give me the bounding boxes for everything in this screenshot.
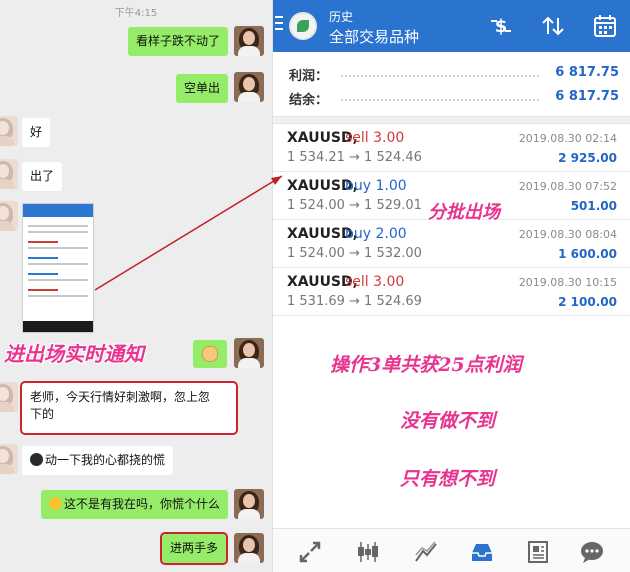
- annotation-realtime-notice: 进出场实时通知: [4, 342, 144, 366]
- summary-value: 6 817.75: [555, 65, 619, 80]
- avatar[interactable]: [234, 338, 264, 368]
- bottom-navigation: [273, 528, 630, 572]
- menu-icon[interactable]: [275, 16, 283, 32]
- quotes-icon[interactable]: [413, 539, 439, 565]
- app-header: 历史 全部交易品种 $: [273, 0, 630, 52]
- message-bubble[interactable]: [193, 340, 227, 368]
- message-line: 老师，今天行情好刺激啊，忽上忽: [30, 390, 211, 404]
- message-bubble[interactable]: 好: [22, 118, 51, 147]
- avatar[interactable]: [234, 533, 264, 563]
- message-bubble[interactable]: 老师，今天行情好刺激啊，忽上忽 下的: [20, 381, 238, 435]
- annotation-slogan-2: 只有想不到: [400, 468, 496, 490]
- currency-filter-icon[interactable]: $: [487, 12, 515, 40]
- avatar[interactable]: [0, 159, 18, 189]
- deal-profit: 1 600.00: [558, 247, 617, 261]
- svg-text:$: $: [495, 16, 508, 37]
- summary-value: 6 817.75: [555, 89, 619, 104]
- deal-date: 2019.08.30 02:14: [518, 132, 617, 145]
- deal-profit: 501.00: [570, 199, 617, 213]
- deal-prices: 1 524.00 → 1 532.00: [287, 246, 422, 261]
- section-divider: [273, 116, 630, 124]
- chat-panel: 下午4:15 看样子跌不动了 空单出 好 出了 老师，今天行情好刺激啊，忽上忽 …: [0, 0, 272, 572]
- summary-balance-row: 结余： 6 817.75: [289, 89, 619, 109]
- deal-date: 2019.08.30 10:15: [518, 276, 617, 289]
- annotation-batch-exit: 分批出场: [428, 202, 500, 223]
- annotation-slogan-1: 没有做不到: [400, 410, 496, 432]
- deal-prices: 1 531.69 → 1 524.69: [287, 294, 422, 309]
- deal-side: sell 3.00: [345, 130, 405, 146]
- deal-date: 2019.08.30 08:04: [518, 228, 617, 241]
- app-logo-icon: [289, 12, 317, 40]
- message-text: 这不是有我在吗，你慌个什么: [63, 497, 220, 511]
- message-line: 下的: [30, 407, 55, 421]
- news-icon[interactable]: [525, 539, 551, 565]
- avatar[interactable]: [0, 444, 18, 474]
- deal-profit: 2 925.00: [558, 151, 617, 165]
- avatar[interactable]: [0, 201, 18, 231]
- message-bubble[interactable]: 出了: [22, 162, 63, 191]
- deal-side: buy 1.00: [345, 178, 407, 194]
- deal-row[interactable]: XAUUSD, sell 3.00 1 531.69 → 1 524.69 20…: [273, 268, 630, 316]
- smile-emoji-icon: [48, 497, 62, 510]
- deal-row[interactable]: XAUUSD, buy 2.00 1 524.00 → 1 532.00 201…: [273, 220, 630, 268]
- avatar[interactable]: [234, 26, 264, 56]
- avatar[interactable]: [0, 116, 18, 146]
- message-bubble[interactable]: 空单出: [175, 74, 228, 103]
- chart-candles-icon[interactable]: [355, 539, 381, 565]
- avatar[interactable]: [0, 382, 18, 412]
- calendar-icon[interactable]: [591, 12, 619, 40]
- annotation-profit-line: 操作3单共获25点利润: [330, 354, 522, 376]
- qq-penguin-icon: [30, 453, 43, 466]
- deal-profit: 2 100.00: [558, 295, 617, 309]
- message-bubble[interactable]: 这不是有我在吗，你慌个什么: [40, 490, 228, 519]
- trade-icon[interactable]: [297, 539, 323, 565]
- summary-label: 结余：: [289, 93, 329, 108]
- message-bubble[interactable]: 动一下我的心都挠的慌: [22, 446, 174, 475]
- chat-icon[interactable]: [579, 539, 605, 565]
- deal-side: sell 3.00: [345, 274, 405, 290]
- avatar[interactable]: [234, 489, 264, 519]
- message-text: 动一下我的心都挠的慌: [45, 453, 166, 467]
- history-icon[interactable]: [469, 539, 495, 565]
- sort-icon[interactable]: [539, 12, 567, 40]
- deal-row[interactable]: XAUUSD, sell 3.00 1 534.21 → 1 524.46 20…: [273, 124, 630, 172]
- message-bubble[interactable]: 看样子跌不动了: [127, 27, 228, 56]
- summary-label: 利润：: [289, 69, 329, 84]
- deal-side: buy 2.00: [345, 226, 407, 242]
- chat-timestamp: 下午4:15: [114, 8, 158, 19]
- deal-prices: 1 524.00 → 1 529.01: [287, 198, 422, 213]
- summary-profit-row: 利润： 6 817.75: [289, 65, 619, 85]
- ok-hand-icon: [202, 346, 218, 362]
- screenshot-thumbnail[interactable]: [22, 203, 94, 333]
- message-bubble[interactable]: 进两手多: [159, 532, 229, 565]
- deal-date: 2019.08.30 07:52: [518, 180, 617, 193]
- header-title[interactable]: 全部交易品种: [329, 26, 419, 47]
- header-subtitle: 历史: [329, 10, 354, 24]
- avatar[interactable]: [234, 72, 264, 102]
- deal-prices: 1 534.21 → 1 524.46: [287, 150, 422, 165]
